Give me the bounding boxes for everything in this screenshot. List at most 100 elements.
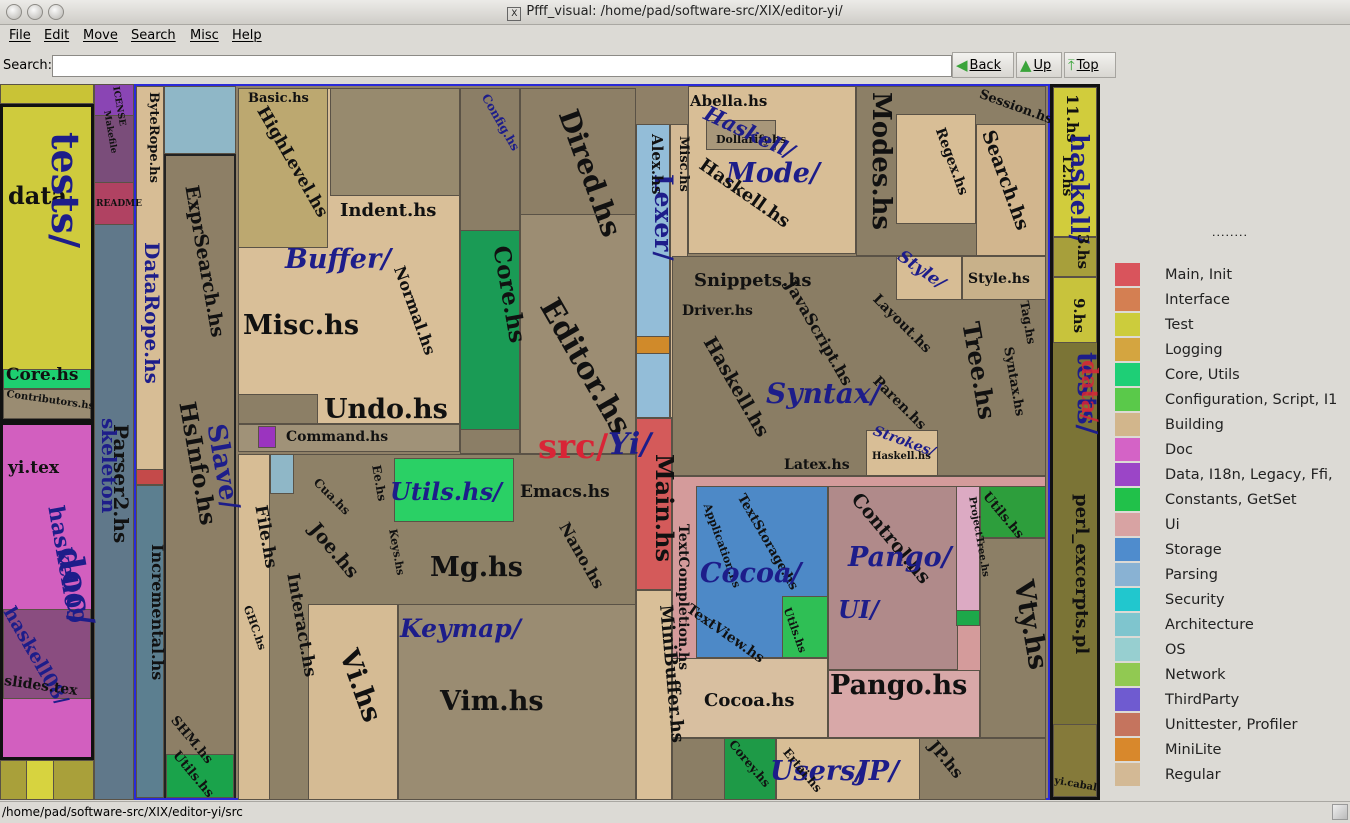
treemap-cell[interactable] [0,84,94,104]
menu-help[interactable]: Help [232,28,262,43]
label-tests: tests/ [43,132,88,248]
treemap-cell[interactable] [26,760,54,800]
legend-label: Data, I18n, Legacy, Ffi, [1165,467,1333,483]
treemap-cell[interactable] [956,610,980,626]
legend-swatch [1115,338,1140,361]
label-haskell-small: Haskell.hs [872,451,931,462]
label-buffer: Buffer/ [285,244,392,275]
label-undo: Undo.hs [324,394,448,425]
label-yitex: yi.tex [8,458,60,478]
label-haskell-r: haskell/ [1065,134,1094,244]
search-label: Search: [3,58,53,73]
menu-file[interactable]: File [9,28,31,43]
legend-label: Doc [1165,442,1194,458]
top-button[interactable]: ⤒ Top [1064,52,1116,78]
label-readme: README [96,199,142,209]
resize-grip-icon[interactable] [1332,804,1348,820]
label-modes: Modes.hs [866,92,896,231]
legend-label: Architecture [1165,617,1254,633]
label-mainhs: Main.hs [650,454,679,562]
legend-label: Main, Init [1165,267,1233,283]
treemap[interactable]: data tests/ Core.hs Contributors.hs yi.t… [0,84,1100,800]
treemap-cell[interactable] [164,86,236,154]
menu-move[interactable]: Move [83,28,118,43]
legend-label: ThirdParty [1165,692,1240,708]
label-cocoa-dir: Cocoa/ [700,558,802,589]
legend-label: MiniLite [1165,742,1222,758]
label-keymap: Keymap/ [400,614,521,643]
search-input[interactable] [52,55,952,77]
pango-dir-cell[interactable] [828,486,958,670]
legend-label: Core, Utils [1165,367,1240,383]
legend-label: Storage [1165,542,1222,558]
legend-swatch [1115,713,1140,736]
legend-label: Security [1165,592,1225,608]
label-abella: Abella.hs [690,92,768,110]
menubar: File Edit Move Search Misc Help [0,25,1350,47]
label-emacs: Emacs.hs [520,482,610,502]
legend-swatch [1115,438,1140,461]
legend-swatch [1115,638,1140,661]
search-toolbar: Search: ◀ Back ▲ Up ⤒ Top [0,50,1350,82]
label-style: Style.hs [968,271,1030,287]
legend-label: Building [1165,417,1224,433]
legend-swatch [1115,738,1140,761]
treemap-cell[interactable] [258,426,276,448]
legend-swatch [1115,563,1140,586]
legend-swatch [1115,538,1140,561]
legend-label: Unittester, Profiler [1165,717,1298,733]
label-cocoa: Cocoa.hs [704,690,795,711]
menu-misc[interactable]: Misc [190,28,219,43]
menu-search[interactable]: Search [131,28,176,43]
legend-swatch [1115,288,1140,311]
legend-swatch [1115,313,1140,336]
arrow-left-icon: ◀ [956,56,968,74]
legend-swatch [1115,363,1140,386]
treemap-cell[interactable] [636,336,670,354]
legend-label: Ui [1165,517,1180,533]
window-titlebar: X Pfff_visual: /home/pad/software-src/XIX… [0,0,1350,25]
label-command: Command.hs [286,429,389,445]
legend-label: Regular [1165,767,1221,783]
window-title: X Pfff_visual: /home/pad/software-src/XIX… [0,4,1350,21]
x11-icon: X [507,7,522,21]
label-core: Core.hs [6,365,79,385]
label-incremental: Incremental.hs [148,544,167,681]
label-pango-dir: Pango/ [848,542,952,573]
label-r9: 9.hs [1070,298,1088,334]
menu-edit[interactable]: Edit [44,28,69,43]
label-bytesrope: ByteRope.hs [146,92,161,183]
legend-swatch [1115,763,1140,786]
label-latex: Latex.hs [784,457,850,473]
legend-swatch [1115,463,1140,486]
up-button[interactable]: ▲ Up [1016,52,1062,78]
treemap-cell[interactable] [330,88,460,196]
treemap-cell[interactable] [238,394,318,424]
label-data-r: data/ [1076,360,1100,423]
legend-dots: ........ [1212,226,1248,239]
label-pango: Pango.hs [830,670,968,701]
legend-swatch [1115,613,1140,636]
label-vim: Vim.hs [440,686,544,717]
treemap-cell[interactable] [270,454,294,494]
label-mg: Mg.hs [430,552,523,583]
legend-label: Constants, GetSet [1165,492,1297,508]
legend-label: Test [1165,317,1194,333]
label-basic: Basic.hs [248,91,309,106]
arrow-top-icon: ⤒ [1068,56,1075,74]
back-button[interactable]: ◀ Back [952,52,1014,78]
legend-swatch [1115,413,1140,436]
legend-swatch [1115,513,1140,536]
arrow-up-icon: ▲ [1020,56,1032,74]
status-bar: /home/pad/software-src/XIX/editor-yi/src [0,801,1350,823]
legend-label: Logging [1165,342,1223,358]
legend-swatch [1115,263,1140,286]
label-yi: Yi/ [608,427,652,462]
label-src: src/ [538,427,609,467]
legend-label: Interface [1165,292,1230,308]
treemap-cell[interactable] [136,469,164,485]
legend: ........ Main, Init Interface Test Logging C… [1100,84,1350,800]
label-skeleton: skeleton [97,418,121,514]
label-jp: JP/ [856,756,899,787]
legend-label: Parsing [1165,567,1218,583]
